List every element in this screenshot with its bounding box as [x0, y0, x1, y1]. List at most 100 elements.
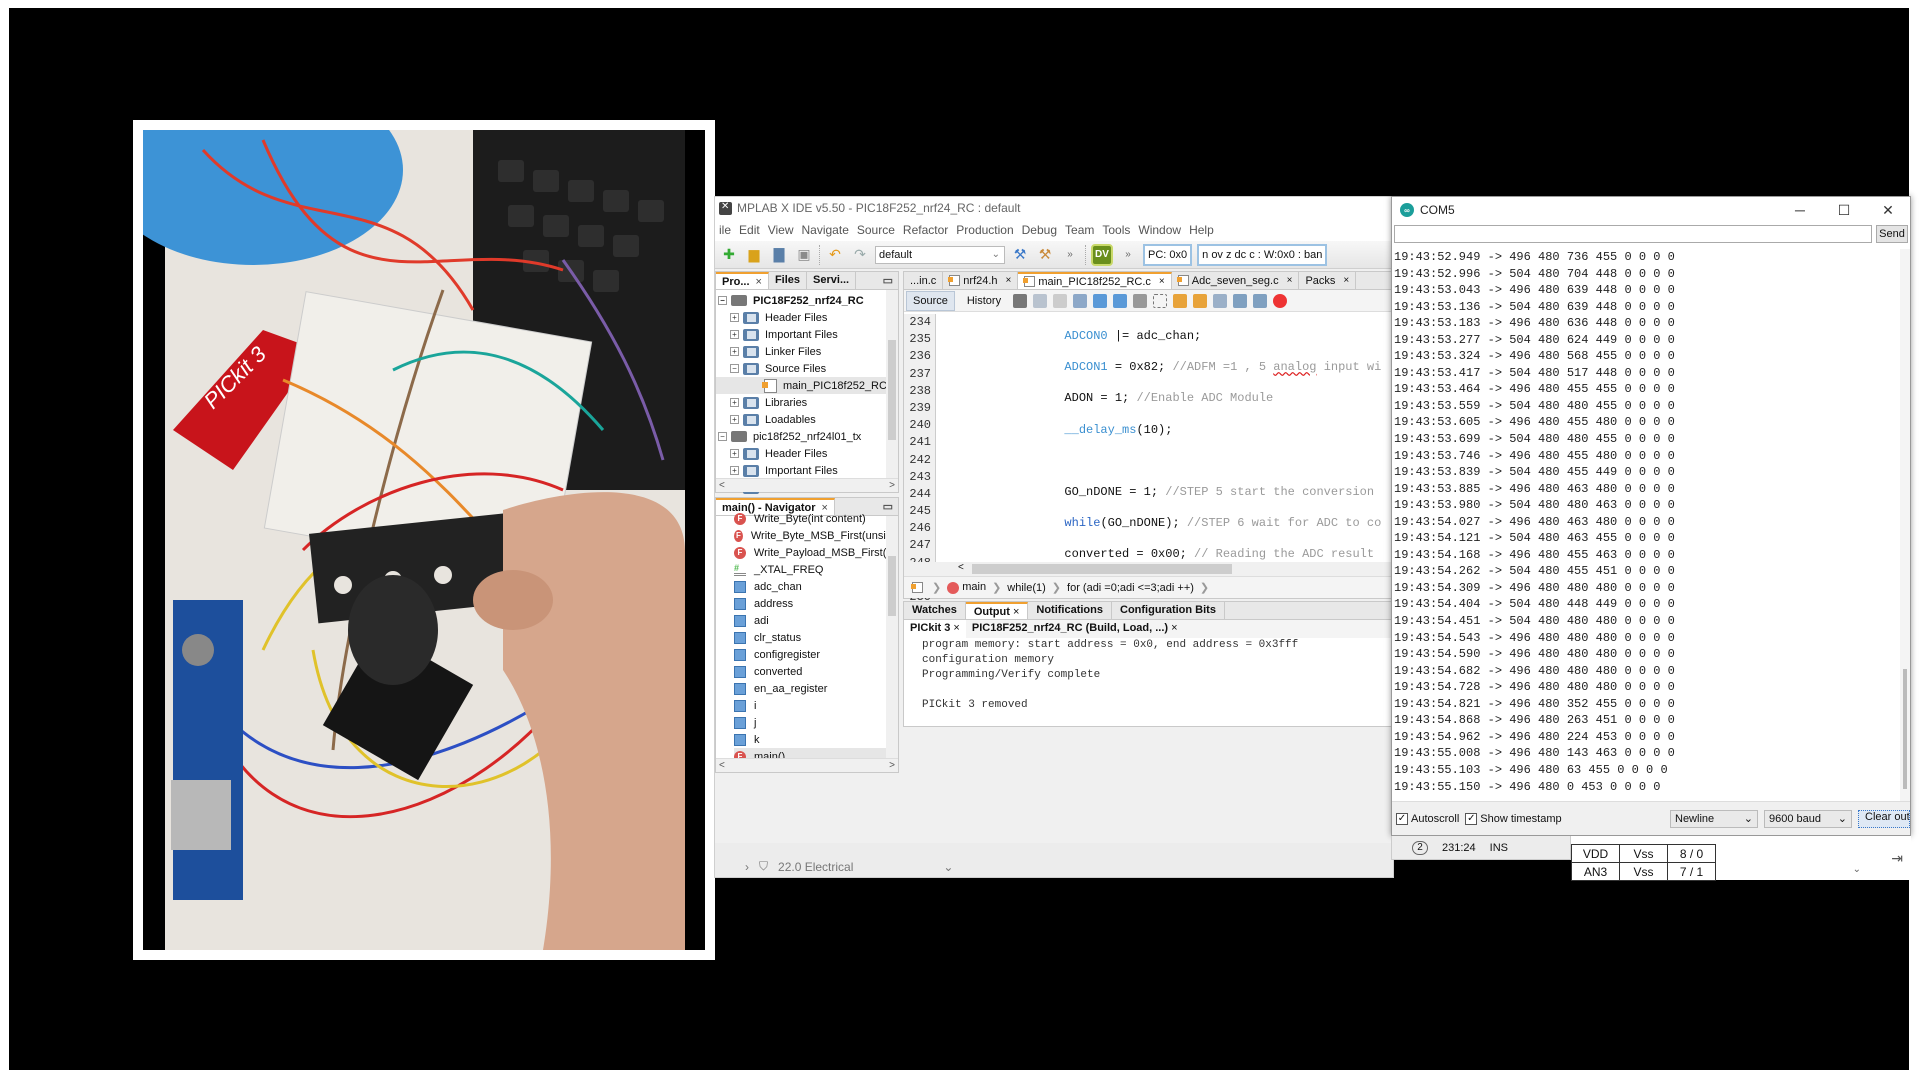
find-previous-icon[interactable]: [1093, 293, 1108, 308]
tree-item-project[interactable]: − pic18f252_nrf24l01_tx: [716, 428, 898, 445]
nav-item-variable[interactable]: j: [734, 714, 898, 731]
nav-item-function[interactable]: F Write_Byte_MSB_First(unsign: [734, 527, 898, 544]
notifications-icon[interactable]: 2: [1412, 840, 1428, 855]
autoscroll-checkbox[interactable]: ✓ Autoscroll: [1396, 812, 1459, 825]
record-macro-icon[interactable]: [1273, 293, 1288, 308]
breadcrumb-for[interactable]: for (adi =0;adi <=3;adi ++): [1067, 582, 1194, 594]
tree-item-loadables[interactable]: + Loadables: [716, 411, 898, 428]
nav-item-variable[interactable]: en_aa_register: [734, 680, 898, 697]
prev-bookmark-icon[interactable]: [1173, 293, 1188, 308]
tab-projects[interactable]: Pro... ×: [716, 272, 769, 289]
code-area[interactable]: 234 235 236 237 238 239 240 241 242 243 244 245 246 2…: [904, 314, 1392, 638]
menu-tools[interactable]: Tools: [1098, 223, 1134, 237]
navigator-hscrollbar[interactable]: < >: [716, 758, 898, 772]
nav-item-variable[interactable]: converted: [734, 663, 898, 680]
shift-right-icon[interactable]: [1253, 293, 1268, 308]
tree-item-header-files[interactable]: + Header Files: [716, 309, 898, 326]
forward-icon[interactable]: [1053, 293, 1068, 308]
nav-item-function[interactable]: F Write_Payload_MSB_First(int: [734, 544, 898, 561]
tree-item-source-files[interactable]: −Source Files: [716, 360, 898, 377]
menu-view[interactable]: View: [764, 223, 798, 237]
shift-left-icon[interactable]: [1233, 293, 1248, 308]
menu-navigate[interactable]: Navigate: [798, 223, 853, 237]
data-visualizer-icon[interactable]: DV: [1091, 243, 1113, 266]
tree-item-important-files[interactable]: + Important Files: [716, 462, 898, 479]
tab-services[interactable]: Servi...: [807, 272, 857, 289]
file-tab-active[interactable]: main_PIC18f252_RC.c ×: [1018, 272, 1172, 289]
exit-panel-icon[interactable]: ⇥: [1891, 850, 1903, 867]
nav-item-variable[interactable]: address: [734, 595, 898, 612]
tree-item-libraries[interactable]: + Libraries: [716, 394, 898, 411]
rect-select-icon[interactable]: [1153, 293, 1168, 308]
tab-files[interactable]: Files: [769, 272, 808, 289]
toolbar-overflow-icon[interactable]: »: [1118, 245, 1138, 265]
tree-item-project[interactable]: − PIC18F252_nrf24_RC: [716, 292, 898, 309]
close-icon[interactable]: ✕: [1866, 202, 1910, 219]
projects-scrollbar[interactable]: [886, 290, 898, 478]
configuration-select[interactable]: default ⌄: [875, 245, 1005, 264]
next-bookmark-icon[interactable]: [1193, 293, 1208, 308]
file-tab[interactable]: ...in.c: [904, 272, 944, 289]
tree-item-important-files[interactable]: + Important Files: [716, 326, 898, 343]
tab-configuration-bits[interactable]: Configuration Bits: [1112, 602, 1225, 619]
nav-item-variable[interactable]: i: [734, 697, 898, 714]
menu-window[interactable]: Window: [1134, 223, 1185, 237]
file-tab[interactable]: Packs ×: [1299, 272, 1357, 289]
menu-production[interactable]: Production: [952, 223, 1017, 237]
nav-item-macro[interactable]: # _XTAL_FREQ: [734, 561, 898, 578]
menu-team[interactable]: Team: [1061, 223, 1098, 237]
menu-source[interactable]: Source: [853, 223, 899, 237]
menu-help[interactable]: Help: [1185, 223, 1218, 237]
back-icon[interactable]: [1033, 293, 1048, 308]
pdf-bookmark-item[interactable]: › ⛉ 22.0 Electrical ⌄: [745, 859, 953, 874]
navigator-scrollbar[interactable]: [886, 516, 898, 758]
editor-hscrollbar[interactable]: <: [904, 562, 1392, 576]
subtab-pickit3[interactable]: PICkit 3 ×: [904, 620, 966, 638]
redo-icon[interactable]: ↷: [850, 245, 870, 265]
toggle-bookmark-icon[interactable]: [1213, 293, 1228, 308]
tab-watches[interactable]: Watches: [904, 602, 966, 619]
source-view-button[interactable]: Source: [906, 290, 955, 311]
menu-edit[interactable]: Edit: [735, 223, 764, 237]
menu-file[interactable]: ile: [715, 223, 735, 237]
clear-output-button[interactable]: Clear output: [1858, 809, 1910, 828]
new-project-icon[interactable]: ▆: [744, 245, 764, 265]
nav-item-variable[interactable]: k: [734, 731, 898, 748]
clean-build-icon[interactable]: ⚒: [1035, 245, 1055, 265]
send-button[interactable]: Send: [1876, 225, 1908, 243]
history-view-button[interactable]: History: [961, 292, 1007, 310]
serial-monitor-titlebar[interactable]: ∞ COM5 ─ ☐ ✕: [1392, 197, 1910, 223]
show-timestamp-checkbox[interactable]: ✓ Show timestamp: [1465, 812, 1562, 825]
find-icon[interactable]: [1073, 293, 1088, 308]
breadcrumb-main[interactable]: main: [947, 581, 986, 594]
file-tab[interactable]: nrf24.h ×: [943, 272, 1019, 289]
serial-send-input[interactable]: [1394, 225, 1872, 243]
file-tab[interactable]: Adc_seven_seg.c ×: [1172, 272, 1300, 289]
breadcrumb-while[interactable]: while(1): [1007, 582, 1046, 594]
toolbar-overflow-icon[interactable]: »: [1060, 245, 1080, 265]
tree-item-linker-files[interactable]: +Linker Files: [716, 343, 898, 360]
nav-item-variable[interactable]: configregister: [734, 646, 898, 663]
code-text[interactable]: ADCON0 |= adc_chan; ADCON1 = 0x82; //ADF…: [936, 314, 1392, 562]
find-next-icon[interactable]: [1113, 293, 1128, 308]
tab-notifications[interactable]: Notifications: [1028, 602, 1112, 619]
menu-debug[interactable]: Debug: [1018, 223, 1061, 237]
nav-item-variable[interactable]: adc_chan: [734, 578, 898, 595]
maximize-icon[interactable]: ☐: [1822, 202, 1866, 219]
chevron-down-icon[interactable]: ⌄: [1853, 864, 1861, 875]
undo-icon[interactable]: ↶: [825, 245, 845, 265]
tree-item-header-files[interactable]: + Header Files: [716, 445, 898, 462]
toggle-highlight-icon[interactable]: [1133, 293, 1148, 308]
serial-scrollbar[interactable]: [1900, 249, 1910, 801]
minimize-panel-icon[interactable]: ▭: [878, 498, 898, 515]
tree-item-main-source[interactable]: main_PIC18f252_RC: [716, 377, 898, 394]
tab-output[interactable]: Output ×: [965, 602, 1029, 619]
line-ending-select[interactable]: Newline ⌄: [1670, 809, 1758, 828]
nav-item-function[interactable]: F Write_Byte(int content): [734, 510, 898, 527]
last-edit-icon[interactable]: [1013, 293, 1028, 308]
mplab-titlebar[interactable]: MPLAB X IDE v5.50 - PIC18F252_nrf24_RC :…: [715, 197, 1393, 219]
new-file-icon[interactable]: ✚: [719, 245, 739, 265]
minimize-icon[interactable]: ─: [1778, 202, 1822, 219]
baud-rate-select[interactable]: 9600 baud ⌄: [1764, 809, 1852, 828]
projects-hscrollbar[interactable]: < >: [716, 478, 898, 492]
